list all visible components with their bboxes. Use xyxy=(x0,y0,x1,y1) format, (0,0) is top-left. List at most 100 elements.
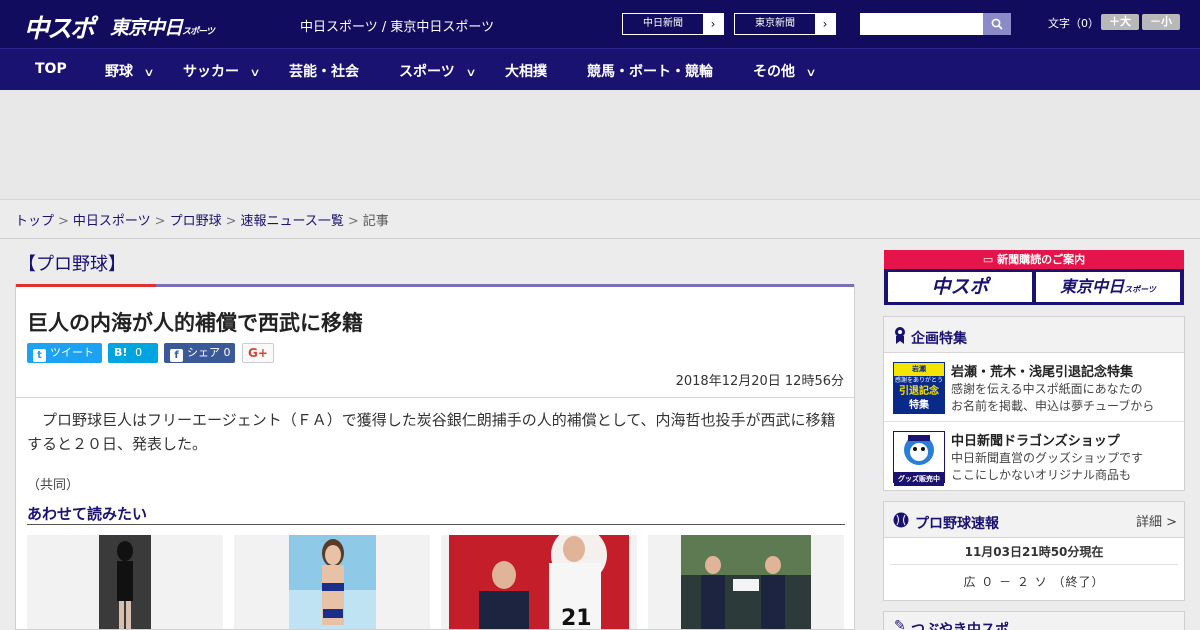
related-photo-3: 21 xyxy=(449,535,629,629)
feature-desc-line: 中日新聞直営のグッズショップです xyxy=(951,451,1144,465)
feature-title: 中日新聞ドラゴンズショップ xyxy=(951,434,1120,449)
nav-label: 芸能・社会 xyxy=(289,64,359,80)
feature-desc: 中日新聞直営のグッズショップです ここにしかないオリジナル商品も xyxy=(951,450,1143,484)
breadcrumb-separator: > xyxy=(154,214,166,229)
font-size-increase-button[interactable]: ＋大 xyxy=(1101,14,1139,30)
baseball-icon xyxy=(893,512,909,528)
related-photo-2 xyxy=(289,535,376,629)
tokyo-shimbun-label: 東京新聞 xyxy=(755,18,795,29)
main-nav: TOP 野球 ∨ サッカー ∨ 芸能・社会 スポーツ ∨ 大相撲 競馬・ボート・競輪 … xyxy=(0,48,1200,90)
chevron-right-icon: › xyxy=(815,14,835,34)
tokyo-logo-small: スポーツ xyxy=(182,27,215,37)
related-photo-1 xyxy=(99,535,151,629)
scores-detail-link[interactable]: 詳細 > xyxy=(1136,511,1177,530)
article-top-rule-accent xyxy=(16,284,156,287)
site-name: 中日スポーツ / 東京中日スポーツ xyxy=(300,20,495,35)
breadcrumb-top[interactable]: トップ xyxy=(15,214,54,229)
related-thumb-1[interactable] xyxy=(27,535,223,629)
search-icon xyxy=(991,18,1003,30)
dragons-mascot-icon xyxy=(904,435,934,465)
related-heading: あわせて読みたい xyxy=(27,505,148,523)
dragons-shop-image: グッズ販売中 xyxy=(893,431,945,486)
chuspo-logo[interactable]: 中スポ xyxy=(24,9,95,45)
features-panel-header: 企画特集 xyxy=(884,317,1184,353)
subscription-heading: ▭ 新聞購読のご案内 xyxy=(884,250,1184,269)
chevron-down-icon: ∨ xyxy=(249,66,261,79)
nav-item-racing[interactable]: 競馬・ボート・競輪 xyxy=(587,61,713,81)
subscribe-chuspo-button[interactable]: 中スポ xyxy=(888,272,1032,302)
hatena-icon: B! xyxy=(114,346,128,359)
subscribe-tokyo-small: スポーツ xyxy=(1124,285,1156,294)
tweets-title: つぶやき中スポ xyxy=(911,622,1009,630)
related-thumb-3[interactable]: 21 xyxy=(441,535,637,629)
article-divider xyxy=(16,397,854,398)
chunichi-shimbun-button[interactable]: 中日新聞 › xyxy=(622,13,724,35)
google-plus-button[interactable]: G+ xyxy=(242,343,274,363)
tweet-label: ツイート xyxy=(50,346,94,359)
subscribe-tokyo-chunichi-button[interactable]: 東京中日スポーツ xyxy=(1036,272,1180,302)
nav-label: TOP xyxy=(35,61,67,77)
ribbon-icon xyxy=(895,327,905,344)
tokyo-chunichi-logo[interactable]: 東京中日スポーツ xyxy=(110,13,215,40)
breadcrumb-pro-baseball[interactable]: プロ野球 xyxy=(170,214,222,229)
breadcrumb: トップ > 中日スポーツ > プロ野球 > 速報ニュース一覧 > 記事 xyxy=(15,210,389,229)
feature-desc-line: 感謝を伝える中スポ紙面にあなたの xyxy=(951,382,1143,396)
font-size-decrease-button[interactable]: －小 xyxy=(1142,14,1180,30)
nav-item-soccer[interactable]: サッカー ∨ xyxy=(183,61,261,81)
breadcrumb-news-list[interactable]: 速報ニュース一覧 xyxy=(241,214,344,229)
top-header: 中スポ 東京中日スポーツ 中日スポーツ / 東京中日スポーツ 中日新聞 › 東京… xyxy=(0,0,1200,48)
subscribe-tokyo-label: 東京中日 xyxy=(1060,277,1125,296)
tokyo-shimbun-button[interactable]: 東京新聞 › xyxy=(734,13,836,35)
nav-item-entertainment[interactable]: 芸能・社会 xyxy=(289,61,359,81)
nav-item-other[interactable]: その他 ∨ xyxy=(753,61,817,81)
nav-label: 競馬・ボート・競輪 xyxy=(587,64,713,80)
facebook-share-button[interactable]: f シェア 0 xyxy=(164,343,235,363)
feature-title: 岩瀬・荒木・浅尾引退記念特集 xyxy=(951,365,1134,380)
breadcrumb-chunichi-sports[interactable]: 中日スポーツ xyxy=(73,214,151,229)
scores-timestamp: 11月03日21時50分現在 xyxy=(964,545,1104,559)
scores-divider xyxy=(890,564,1178,565)
chevron-down-icon: ∨ xyxy=(805,66,817,79)
related-divider xyxy=(27,524,845,525)
nav-item-sports[interactable]: スポーツ ∨ xyxy=(399,61,477,81)
chevron-down-icon: ∨ xyxy=(465,66,477,79)
search-input[interactable] xyxy=(860,13,983,35)
baseball-scores-panel: プロ野球速報 詳細 > 11月03日21時50分現在 広 ０ － ２ ソ （終了… xyxy=(883,501,1185,601)
score-line[interactable]: 広 ０ － ２ ソ （終了） xyxy=(884,573,1184,590)
scores-panel-header: プロ野球速報 詳細 > xyxy=(884,502,1184,538)
related-thumb-4[interactable] xyxy=(648,535,844,629)
article-body: プロ野球巨人はフリーエージェント（ＦＡ）で獲得した炭谷銀仁朗捕手の人的補償として… xyxy=(27,411,836,453)
breadcrumb-separator: > xyxy=(225,214,237,229)
facebook-count: 0 xyxy=(223,346,231,359)
nav-label: 大相撲 xyxy=(505,64,547,80)
feature-desc-line: お名前を掲載、申込は夢チューブから xyxy=(951,399,1155,413)
nav-label: サッカー xyxy=(183,64,239,80)
chevron-right-icon: › xyxy=(703,14,723,34)
breadcrumb-current: 記事 xyxy=(362,214,389,229)
ad-banner-area xyxy=(0,90,1200,200)
feature-item-retirement[interactable]: 岩瀬 感謝をありがとう 引退記念 特集 岩瀬・荒木・浅尾引退記念特集 感謝を伝え… xyxy=(884,354,1184,422)
article-category: 【プロ野球】 xyxy=(18,254,126,275)
bird-icon: ✎ xyxy=(894,618,906,630)
tweet-button[interactable]: t ツイート xyxy=(27,343,102,363)
hatena-bookmark-button[interactable]: B! 0 xyxy=(108,343,158,363)
dragons-shop-img-text: グッズ販売中 xyxy=(894,472,944,486)
scores-title: プロ野球速報 xyxy=(915,516,999,532)
feature-img-text: 感謝をありがとう xyxy=(894,377,943,384)
breadcrumb-separator: > xyxy=(58,214,69,229)
subscription-heading-text: 新聞購読のご案内 xyxy=(997,253,1086,266)
search-button[interactable] xyxy=(983,13,1011,35)
nav-label: 野球 xyxy=(105,64,133,80)
facebook-label: シェア xyxy=(187,346,220,359)
related-photo-4 xyxy=(681,535,811,629)
feature-desc: 感謝を伝える中スポ紙面にあなたの お名前を掲載、申込は夢チューブから xyxy=(951,381,1154,415)
nav-item-baseball[interactable]: 野球 ∨ xyxy=(105,61,155,81)
newspaper-icon: ▭ xyxy=(982,253,994,266)
feature-img-text: 特集 xyxy=(909,400,929,411)
nav-label: スポーツ xyxy=(399,64,455,80)
breadcrumb-separator: > xyxy=(347,214,359,229)
nav-item-top[interactable]: TOP xyxy=(35,61,67,77)
nav-item-sumo[interactable]: 大相撲 xyxy=(505,61,547,81)
related-thumb-2[interactable] xyxy=(234,535,430,629)
feature-item-dragons-shop[interactable]: グッズ販売中 中日新聞ドラゴンズショップ 中日新聞直営のグッズショップです ここ… xyxy=(884,423,1184,490)
